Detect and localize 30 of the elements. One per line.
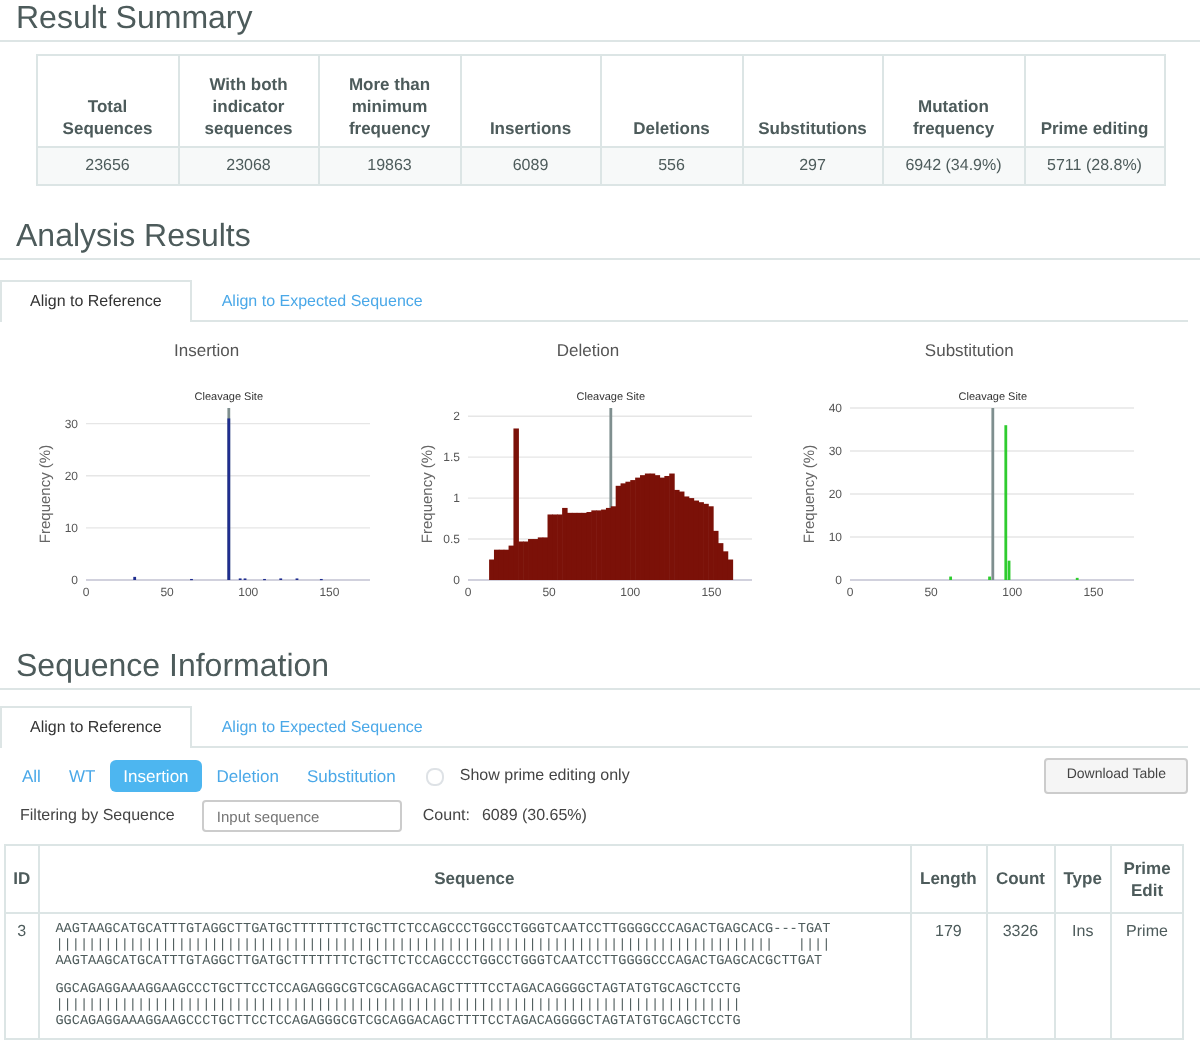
column-header: Count — [986, 845, 1055, 914]
table-cell: 3326 — [986, 913, 1055, 1040]
table-cell: 179 — [910, 913, 987, 1040]
table-cell: 19863 — [319, 147, 460, 185]
column-header: Prime Edit — [1111, 845, 1183, 914]
chart-title: Deletion — [554, 338, 622, 364]
table-cell: Prime — [1111, 913, 1183, 1040]
section-title: Result Summary — [0, 0, 1200, 42]
column-header: ID — [5, 845, 39, 914]
table-cell: 5711 (28.8%) — [1024, 147, 1165, 185]
table-cell: 3 — [5, 913, 39, 1040]
table-cell: 6089 — [460, 147, 601, 185]
table-cell: Ins — [1054, 913, 1111, 1040]
column-header: Type — [1054, 845, 1111, 914]
table-cell: 23068 — [178, 147, 319, 185]
count-value: 6089 (30.65%) — [481, 804, 587, 829]
chart-title: Substitution — [922, 338, 1016, 364]
table-cell: 23656 — [37, 147, 178, 185]
table-cell: 297 — [742, 147, 883, 185]
section-title: Sequence Information — [0, 647, 1200, 690]
column-header: Length — [910, 845, 987, 914]
table-cell: 556 — [601, 147, 742, 185]
column-header: Sequence — [38, 845, 911, 914]
checkbox-label: Show prime editing only — [459, 764, 630, 788]
column-header: Total Sequences — [37, 55, 178, 147]
filter-label: Filtering by Sequence — [20, 804, 175, 829]
count-label: Count: — [422, 804, 470, 829]
table-cell: 6942 (34.9%) — [883, 147, 1024, 185]
section-title: Analysis Results — [0, 218, 1200, 260]
chart-title: Insertion — [172, 338, 242, 364]
